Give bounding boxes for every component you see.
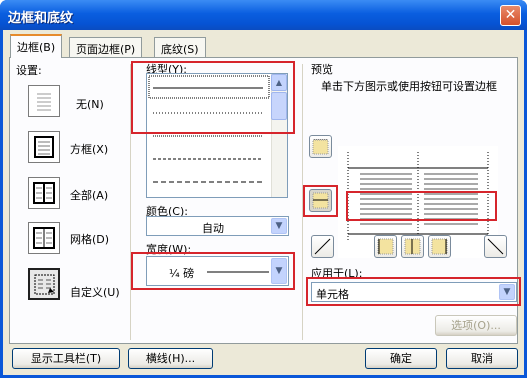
- setting-all-button[interactable]: [28, 177, 60, 209]
- apply-to-heading: 应用于(L):: [311, 267, 363, 280]
- left-border-icon: [377, 238, 394, 255]
- inside-vertical-border-icon: [404, 238, 421, 255]
- color-value: 自动: [202, 222, 224, 235]
- settings-heading: 设置:: [16, 64, 42, 77]
- dialog-window: 边框和底纹 ✕ 边框(B) 页面边框(P) 底纹(S) 设置: 无(N) 方框(…: [0, 0, 527, 378]
- preview-hint: 单击下方图示或使用按钮可设置边框: [321, 80, 497, 93]
- width-line-sample: [207, 271, 269, 273]
- setting-none-label: 无(N): [76, 98, 104, 111]
- window-title: 边框和底纹: [8, 11, 74, 26]
- setting-grid-button[interactable]: [28, 222, 60, 254]
- divider: [130, 64, 131, 340]
- setting-box-label: 方框(X): [70, 143, 109, 156]
- top-border-icon: [312, 139, 329, 155]
- inside-horizontal-border-icon: [312, 192, 329, 209]
- chevron-down-icon[interactable]: ▼: [271, 218, 287, 234]
- dialog-body: 边框(B) 页面边框(P) 底纹(S) 设置: 无(N) 方框(X) 全部(A)…: [3, 30, 524, 375]
- setting-custom-label: 自定义(U): [70, 286, 120, 299]
- divider: [302, 64, 303, 340]
- width-heading: 宽度(W):: [146, 243, 192, 256]
- setting-box-button[interactable]: [28, 131, 60, 163]
- tab-page-border[interactable]: 页面边框(P): [69, 37, 143, 57]
- scroll-up-icon[interactable]: ▲: [271, 74, 287, 91]
- apply-to-select[interactable]: 单元格 ▼: [311, 282, 517, 302]
- title-bar[interactable]: 边框和底纹 ✕: [0, 0, 527, 30]
- diagonal-down-icon: [487, 238, 504, 255]
- setting-custom-button[interactable]: [28, 268, 60, 300]
- diagonal-up-button[interactable]: [311, 235, 334, 258]
- scroll-thumb[interactable]: [271, 92, 287, 120]
- chevron-down-icon[interactable]: ▼: [271, 258, 287, 284]
- custom-border-icon: [34, 274, 55, 295]
- width-select[interactable]: ¼ 磅 ▼: [146, 256, 289, 286]
- close-icon: ✕: [504, 7, 517, 23]
- grid-border-icon: [33, 227, 55, 249]
- right-border-button[interactable]: [428, 235, 451, 258]
- tab-shading[interactable]: 底纹(S): [154, 37, 206, 57]
- chevron-down-icon[interactable]: ▼: [499, 284, 515, 300]
- middle-border-button[interactable]: [309, 189, 332, 212]
- close-button[interactable]: ✕: [500, 5, 521, 26]
- line-style-options: [148, 75, 270, 183]
- options-button[interactable]: 选项(O)...: [435, 315, 517, 336]
- all-border-icon: [33, 182, 55, 204]
- line-style-list[interactable]: ▲: [146, 73, 288, 198]
- right-border-icon: [431, 238, 448, 255]
- diagonal-down-button[interactable]: [484, 235, 507, 258]
- width-value: ¼ 磅: [169, 267, 195, 280]
- show-toolbar-button[interactable]: 显示工具栏(T): [12, 348, 120, 369]
- top-border-button[interactable]: [309, 135, 332, 158]
- color-select[interactable]: 自动 ▼: [146, 216, 289, 236]
- box-border-icon: [34, 136, 54, 158]
- horizontal-line-button[interactable]: 横线(H)...: [128, 348, 213, 369]
- tab-borders[interactable]: 边框(B): [10, 34, 63, 58]
- apply-to-value: 单元格: [316, 288, 349, 301]
- inside-vertical-border-button[interactable]: [401, 235, 424, 258]
- setting-grid-label: 网格(D): [70, 233, 110, 246]
- line-style-scrollbar[interactable]: ▲: [271, 74, 287, 197]
- diagonal-up-icon: [314, 238, 331, 255]
- ok-button[interactable]: 确定: [365, 348, 437, 369]
- setting-all-label: 全部(A): [70, 189, 109, 202]
- preview-heading: 预览: [311, 63, 333, 76]
- left-border-button[interactable]: [374, 235, 397, 258]
- cancel-button[interactable]: 取消: [446, 348, 518, 369]
- setting-none-button[interactable]: [28, 85, 60, 117]
- line-style-selection: [148, 75, 270, 99]
- none-border-icon: [37, 93, 51, 111]
